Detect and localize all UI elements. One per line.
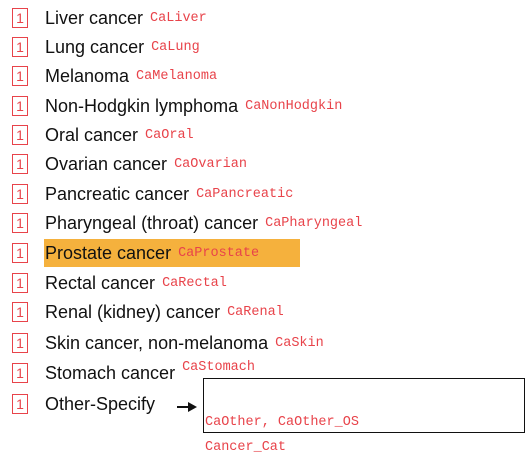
option-lung-cancer[interactable]: 1 Lung cancer CaLung <box>12 35 200 59</box>
variable-name: CaLung <box>151 39 200 55</box>
variable-name: CaStomach <box>182 359 255 375</box>
option-liver-cancer[interactable]: 1 Liver cancer CaLiver <box>12 6 207 30</box>
option-rectal-cancer[interactable]: 1 Rectal cancer CaRectal <box>12 271 227 295</box>
option-label: Pharyngeal (throat) cancer <box>45 212 259 233</box>
option-label: Pancreatic cancer <box>45 183 190 204</box>
option-label: Other-Specify <box>45 393 156 414</box>
variable-name: CaNonHodgkin <box>245 98 343 114</box>
option-label: Lung cancer <box>45 36 145 57</box>
option-oral-cancer[interactable]: 1 Oral cancer CaOral <box>12 123 194 147</box>
variable-name: CaMelanoma <box>136 68 218 84</box>
option-label: Prostate cancer <box>45 242 172 263</box>
response-code-box[interactable]: 1 <box>12 96 28 116</box>
other-variable-names: CaOther, CaOther_OS <box>205 415 359 430</box>
option-other-specify[interactable]: 1 Other-Specify <box>12 392 155 416</box>
response-code-box[interactable]: 1 <box>12 363 28 383</box>
option-label: Rectal cancer <box>45 272 156 293</box>
response-code-box[interactable]: 1 <box>12 154 28 174</box>
response-code-box[interactable]: 1 <box>12 243 28 263</box>
option-melanoma[interactable]: 1 Melanoma CaMelanoma <box>12 64 217 88</box>
variable-name: CaLiver <box>150 10 207 26</box>
category-variable-name: Cancer_Cat <box>205 440 287 455</box>
option-pancreatic-cancer[interactable]: 1 Pancreatic cancer CaPancreatic <box>12 182 293 206</box>
option-label: Ovarian cancer <box>45 153 168 174</box>
variable-name: CaSkin <box>275 335 324 351</box>
response-code-box[interactable]: 1 <box>12 302 28 322</box>
variable-name: CaPharyngeal <box>265 215 363 231</box>
variable-name: CaProstate <box>178 245 260 261</box>
right-arrow-icon <box>177 402 197 412</box>
option-label: Non-Hodgkin lymphoma <box>45 95 239 116</box>
variable-name: CaPancreatic <box>196 186 294 202</box>
variable-name: CaRenal <box>227 304 284 320</box>
option-label: Liver cancer <box>45 7 144 28</box>
option-non-hodgkin-lymphoma[interactable]: 1 Non-Hodgkin lymphoma CaNonHodgkin <box>12 94 342 118</box>
variable-name: CaOvarian <box>174 156 247 172</box>
option-label: Melanoma <box>45 65 130 86</box>
response-code-box[interactable]: 1 <box>12 394 28 414</box>
response-code-box[interactable]: 1 <box>12 8 28 28</box>
option-skin-cancer[interactable]: 1 Skin cancer, non-melanoma CaSkin <box>12 331 324 355</box>
response-code-box[interactable]: 1 <box>12 37 28 57</box>
response-code-box[interactable]: 1 <box>12 125 28 145</box>
option-ovarian-cancer[interactable]: 1 Ovarian cancer CaOvarian <box>12 152 247 176</box>
option-prostate-cancer[interactable]: 1 Prostate cancer CaProstate <box>12 241 259 265</box>
variable-name: CaRectal <box>162 275 227 291</box>
option-label: Skin cancer, non-melanoma <box>45 332 269 353</box>
response-code-box[interactable]: 1 <box>12 273 28 293</box>
response-code-box[interactable]: 1 <box>12 333 28 353</box>
response-code-box[interactable]: 1 <box>12 184 28 204</box>
option-pharyngeal-cancer[interactable]: 1 Pharyngeal (throat) cancer CaPharyngea… <box>12 211 362 235</box>
variable-name: CaOral <box>145 127 194 143</box>
option-label: Oral cancer <box>45 124 139 145</box>
option-renal-cancer[interactable]: 1 Renal (kidney) cancer CaRenal <box>12 300 284 324</box>
option-label: Renal (kidney) cancer <box>45 301 221 322</box>
response-code-box[interactable]: 1 <box>12 213 28 233</box>
option-label: Stomach cancer <box>45 362 176 383</box>
response-code-box[interactable]: 1 <box>12 66 28 86</box>
